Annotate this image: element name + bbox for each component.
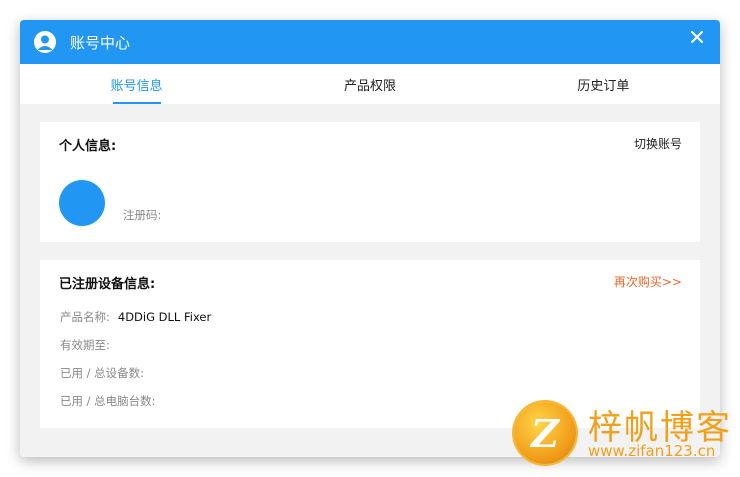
watermark-logo: Z [514, 402, 576, 464]
product-name-row: 产品名称: 4DDiG DLL Fixer [60, 309, 211, 325]
watermark-url: www.zifan123.cn [588, 442, 716, 460]
computers-label: 已用 / 总电脑台数: [60, 394, 156, 408]
personal-info-title: 个人信息: [59, 139, 117, 154]
product-name-label: 产品名称: [60, 310, 110, 324]
buy-again-link[interactable]: 再次购买>> [614, 273, 682, 290]
device-info-title: 已注册设备信息: [59, 277, 156, 292]
switch-account-link[interactable]: 切换账号 [634, 135, 682, 152]
tab-bar: 账号信息 产品权限 历史订单 [20, 64, 720, 104]
close-icon[interactable] [688, 27, 706, 47]
title-bar: 账号中心 [20, 20, 720, 64]
watermark: Z 梓帆博客 www.zifan123.cn [510, 398, 735, 473]
tab-label: 产品权限 [343, 78, 396, 94]
expiry-label: 有效期至: [60, 338, 110, 352]
personal-info-card: 个人信息: 切换账号 注册码: [40, 122, 700, 242]
devices-row: 已用 / 总设备数: [60, 365, 144, 381]
account-center-window: 账号中心 账号信息 产品权限 历史订单 个人信息: 切换账号 注册码: 已注册设… [20, 20, 720, 457]
registration-code-label: 注册码: [123, 208, 162, 222]
user-avatar-icon [34, 31, 56, 53]
tab-label: 历史订单 [577, 78, 630, 94]
tab-account-info[interactable]: 账号信息 [20, 64, 253, 104]
tab-order-history[interactable]: 历史订单 [487, 64, 720, 104]
window-title: 账号中心 [70, 33, 131, 52]
devices-label: 已用 / 总设备数: [60, 366, 145, 380]
tab-product-permissions[interactable]: 产品权限 [253, 64, 486, 104]
computers-row: 已用 / 总电脑台数: [60, 393, 156, 409]
expiry-row: 有效期至: [60, 337, 110, 353]
tab-label: 账号信息 [110, 78, 163, 94]
product-name-value: 4DDiG DLL Fixer [117, 310, 212, 324]
avatar [59, 180, 105, 226]
